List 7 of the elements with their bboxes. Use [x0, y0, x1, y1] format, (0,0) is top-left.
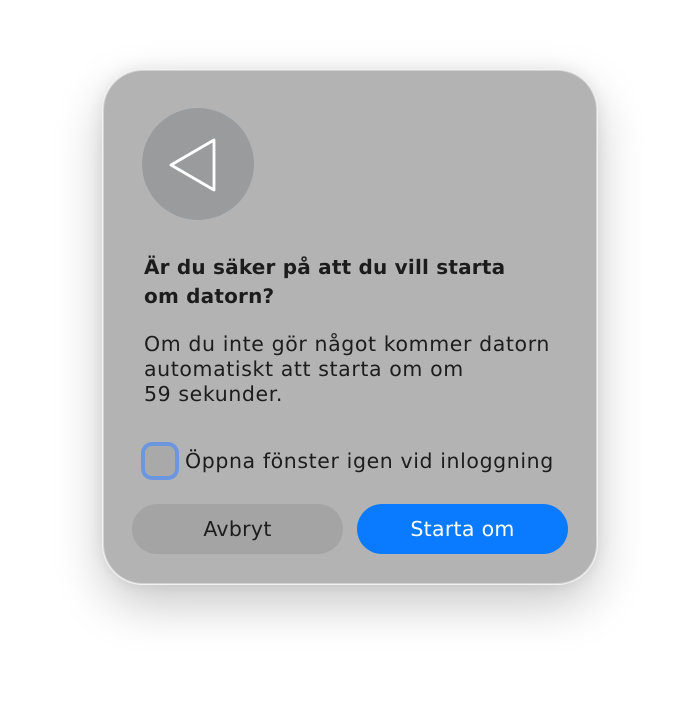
dialog-title: Är du säker på att du vill starta om datorn? [144, 254, 506, 310]
restart-button[interactable]: Starta om [357, 504, 568, 554]
checkbox-label: Öppna fönster igen vid inloggning [185, 448, 554, 474]
cancel-button[interactable]: Avbryt [132, 504, 343, 554]
reopen-windows-checkbox[interactable]: Öppna fönster igen vid inloggning [141, 442, 554, 480]
checkbox-box[interactable] [141, 442, 179, 480]
dialog-message: Om du inte gör något kommer datorn automatiskt att starta om om 59 sekunder. [144, 332, 551, 407]
